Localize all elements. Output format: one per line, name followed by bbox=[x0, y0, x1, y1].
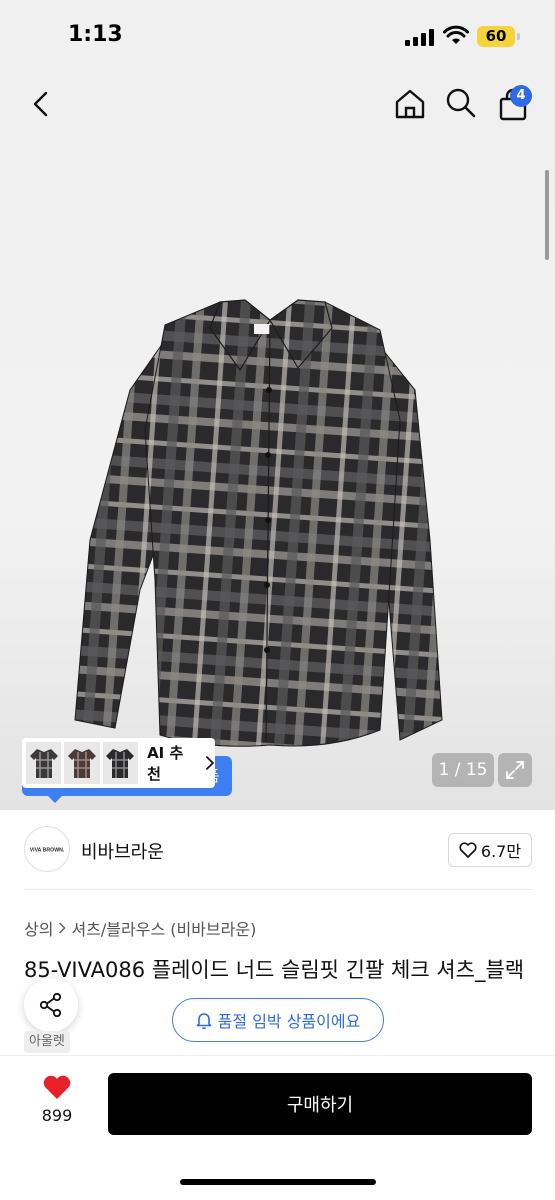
home-indicator[interactable] bbox=[180, 1179, 376, 1185]
wishlist-button[interactable]: 899 bbox=[30, 1074, 84, 1125]
signal-icon bbox=[405, 28, 434, 46]
divider bbox=[24, 889, 532, 890]
breadcrumb: 상의 셔츠/블라우스 (비바브라운) bbox=[24, 916, 256, 940]
brand-name[interactable]: 비바브라운 bbox=[81, 838, 164, 864]
ai-thumbnail[interactable] bbox=[26, 742, 62, 784]
brand-like-count: 6.7만 bbox=[480, 842, 522, 861]
chevron-right-icon bbox=[59, 922, 67, 934]
ai-thumbnail[interactable] bbox=[102, 742, 139, 784]
wishlist-count: 899 bbox=[41, 1106, 73, 1125]
breadcrumb-category[interactable]: 상의 bbox=[24, 916, 53, 940]
ai-recommend-label[interactable]: AI 추천 bbox=[147, 742, 196, 784]
heart-outline-icon bbox=[459, 842, 477, 858]
brand-row: VIVA BROWN. 비바브라운 6.7만 bbox=[24, 826, 532, 874]
share-button[interactable] bbox=[24, 978, 78, 1032]
breadcrumb-subcategory[interactable]: 셔츠/블라우스 (비바브라운) bbox=[71, 916, 256, 940]
status-bar: 1:13 60 bbox=[0, 0, 555, 70]
expand-icon bbox=[506, 761, 524, 779]
image-page-counter: 1 / 15 bbox=[432, 753, 494, 787]
product-image bbox=[74, 299, 443, 747]
scroll-thumb[interactable] bbox=[545, 170, 549, 260]
brand-logo-mark: VIVA BROWN. bbox=[30, 848, 65, 854]
brand-logo[interactable]: VIVA BROWN. bbox=[24, 826, 70, 872]
low-stock-notice[interactable]: 품절 임박 상품이에요 bbox=[172, 998, 384, 1042]
wifi-icon bbox=[443, 25, 469, 44]
product-image-gallery[interactable]: 무신사 AI가 찾은 비슷한 상품 bbox=[0, 70, 555, 810]
brand-like-button[interactable]: 6.7만 bbox=[448, 833, 532, 867]
search-icon[interactable] bbox=[444, 86, 478, 120]
bell-icon bbox=[196, 1013, 211, 1029]
battery-indicator: 60 bbox=[477, 26, 520, 47]
svg-text:VIVA BROWN.: VIVA BROWN. bbox=[30, 848, 65, 854]
ai-thumbnail[interactable] bbox=[64, 742, 100, 784]
low-stock-label: 품절 임박 상품이에요 bbox=[217, 1012, 361, 1031]
heart-filled-icon bbox=[43, 1075, 71, 1099]
expand-button[interactable] bbox=[498, 753, 532, 787]
outlet-badge: 아울렛 bbox=[24, 1031, 70, 1053]
chevron-left-icon[interactable] bbox=[26, 88, 56, 120]
status-time: 1:13 bbox=[68, 22, 123, 47]
chevron-right-icon bbox=[206, 756, 215, 770]
share-icon bbox=[39, 992, 62, 1018]
ai-recommend-strip[interactable]: AI 추천 bbox=[22, 738, 215, 788]
product-title: 85-VIVA086 플레이드 너드 슬림핏 긴팔 체크 셔츠_블랙 bbox=[24, 958, 525, 982]
buy-button[interactable]: 구매하기 bbox=[108, 1073, 532, 1135]
home-icon[interactable] bbox=[392, 86, 428, 122]
cart-count-badge: 4 bbox=[510, 85, 532, 107]
